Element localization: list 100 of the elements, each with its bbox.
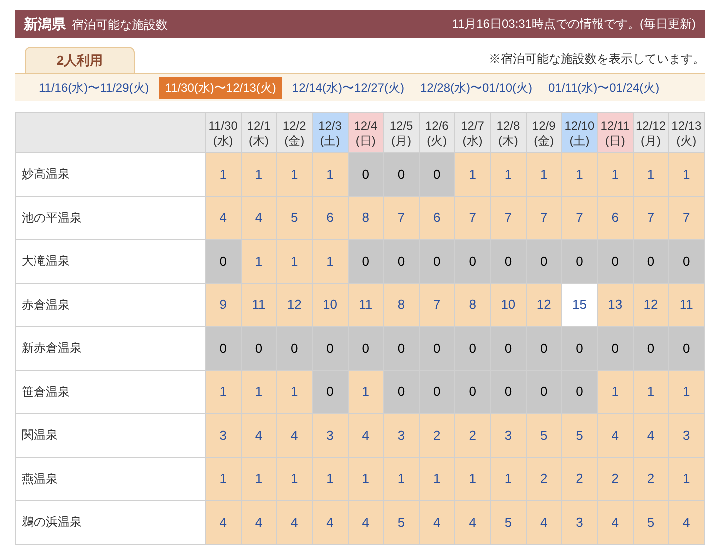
count-link[interactable]: 8 bbox=[454, 283, 491, 326]
date-range-link[interactable]: 12/28(水)〜01/10(火) bbox=[414, 76, 539, 98]
count-link[interactable]: 4 bbox=[419, 500, 455, 544]
count-link[interactable]: 12 bbox=[526, 283, 562, 326]
count-link[interactable]: 7 bbox=[384, 196, 420, 240]
date-header: 12/10 (土) bbox=[562, 112, 598, 152]
count-link[interactable]: 4 bbox=[206, 196, 242, 240]
count-link[interactable]: 1 bbox=[348, 370, 384, 414]
count-link[interactable]: 1 bbox=[206, 152, 242, 196]
count-link[interactable]: 8 bbox=[348, 196, 384, 240]
count-link[interactable]: 1 bbox=[206, 457, 242, 500]
count-link[interactable]: 4 bbox=[348, 500, 384, 544]
count-link[interactable]: 4 bbox=[206, 500, 242, 544]
count-link[interactable]: 13 bbox=[598, 283, 634, 326]
count-link[interactable]: 6 bbox=[598, 196, 634, 240]
count-link[interactable]: 1 bbox=[384, 457, 420, 500]
count-link[interactable]: 1 bbox=[241, 240, 277, 283]
count-link[interactable]: 3 bbox=[312, 414, 348, 457]
count-link[interactable]: 1 bbox=[526, 152, 562, 196]
tab[interactable]: 2人利用 bbox=[25, 47, 135, 73]
count-link[interactable]: 10 bbox=[312, 283, 348, 326]
count-link[interactable]: 1 bbox=[633, 152, 669, 196]
count-link[interactable]: 11 bbox=[348, 283, 384, 326]
count-link[interactable]: 1 bbox=[276, 240, 312, 283]
count-link[interactable]: 7 bbox=[668, 196, 704, 240]
count-link[interactable]: 7 bbox=[490, 196, 526, 240]
count-link[interactable]: 5 bbox=[526, 414, 562, 457]
count-link[interactable]: 5 bbox=[276, 196, 312, 240]
count-link[interactable]: 1 bbox=[348, 457, 384, 500]
count-link[interactable]: 1 bbox=[276, 457, 312, 500]
facility-name: 鵜の浜温泉 bbox=[16, 500, 206, 544]
count-link[interactable]: 1 bbox=[490, 457, 526, 500]
count-link[interactable]: 3 bbox=[206, 414, 242, 457]
count-link[interactable]: 7 bbox=[633, 196, 669, 240]
count-link[interactable]: 15 bbox=[562, 283, 598, 326]
count-link[interactable]: 1 bbox=[490, 152, 526, 196]
count-link[interactable]: 1 bbox=[454, 457, 491, 500]
count-link[interactable]: 4 bbox=[454, 500, 491, 544]
count-link[interactable]: 4 bbox=[312, 500, 348, 544]
count-link[interactable]: 5 bbox=[384, 500, 420, 544]
count-link[interactable]: 1 bbox=[276, 370, 312, 414]
count-link[interactable]: 4 bbox=[598, 500, 634, 544]
count-link[interactable]: 6 bbox=[312, 196, 348, 240]
count-link[interactable]: 1 bbox=[668, 152, 704, 196]
date-header: 12/11 (日) bbox=[598, 112, 634, 152]
count-link[interactable]: 4 bbox=[668, 500, 704, 544]
count-link[interactable]: 1 bbox=[241, 370, 277, 414]
count-link[interactable]: 5 bbox=[633, 500, 669, 544]
count-link[interactable]: 12 bbox=[633, 283, 669, 326]
count-link[interactable]: 1 bbox=[598, 152, 634, 196]
count-link[interactable]: 2 bbox=[633, 457, 669, 500]
count-link[interactable]: 1 bbox=[598, 370, 634, 414]
count-link[interactable]: 4 bbox=[276, 500, 312, 544]
count-link[interactable]: 5 bbox=[490, 500, 526, 544]
count-link[interactable]: 1 bbox=[454, 152, 491, 196]
count-link[interactable]: 4 bbox=[598, 414, 634, 457]
count-link[interactable]: 4 bbox=[348, 414, 384, 457]
count-link[interactable]: 6 bbox=[419, 196, 455, 240]
count-link[interactable]: 8 bbox=[384, 283, 420, 326]
count-link[interactable]: 4 bbox=[633, 414, 669, 457]
count-link[interactable]: 1 bbox=[562, 152, 598, 196]
count-link[interactable]: 11 bbox=[668, 283, 704, 326]
count-link[interactable]: 12 bbox=[276, 283, 312, 326]
count-link[interactable]: 4 bbox=[241, 414, 277, 457]
count-link[interactable]: 10 bbox=[490, 283, 526, 326]
date-range-link[interactable]: 11/30(水)〜12/13(火) bbox=[159, 76, 282, 98]
count-link[interactable]: 1 bbox=[241, 457, 277, 500]
date-range-link[interactable]: 01/11(水)〜01/24(火) bbox=[542, 76, 666, 98]
count-link[interactable]: 7 bbox=[562, 196, 598, 240]
count-link[interactable]: 3 bbox=[562, 500, 598, 544]
count-link[interactable]: 2 bbox=[419, 414, 455, 457]
count-link[interactable]: 1 bbox=[312, 152, 348, 196]
count-link[interactable]: 7 bbox=[419, 283, 455, 326]
count-link[interactable]: 4 bbox=[241, 196, 277, 240]
count-link[interactable]: 9 bbox=[206, 283, 242, 326]
count-link[interactable]: 2 bbox=[562, 457, 598, 500]
count-link[interactable]: 3 bbox=[490, 414, 526, 457]
count-link[interactable]: 4 bbox=[241, 500, 277, 544]
count-link[interactable]: 1 bbox=[668, 370, 704, 414]
date-range-link[interactable]: 11/16(水)〜11/29(火) bbox=[33, 76, 156, 98]
count-link[interactable]: 3 bbox=[668, 414, 704, 457]
count-link[interactable]: 2 bbox=[526, 457, 562, 500]
date-range-link[interactable]: 12/14(水)〜12/27(火) bbox=[286, 76, 410, 98]
count-link[interactable]: 11 bbox=[241, 283, 277, 326]
count-link[interactable]: 4 bbox=[276, 414, 312, 457]
count-link[interactable]: 2 bbox=[454, 414, 491, 457]
count-link[interactable]: 1 bbox=[276, 152, 312, 196]
count-link[interactable]: 4 bbox=[526, 500, 562, 544]
count-link[interactable]: 7 bbox=[454, 196, 491, 240]
count-link[interactable]: 1 bbox=[668, 457, 704, 500]
count-link[interactable]: 7 bbox=[526, 196, 562, 240]
count-link[interactable]: 1 bbox=[206, 370, 242, 414]
count-link[interactable]: 1 bbox=[312, 457, 348, 500]
count-link[interactable]: 5 bbox=[562, 414, 598, 457]
count-link[interactable]: 3 bbox=[384, 414, 420, 457]
count-link[interactable]: 1 bbox=[312, 240, 348, 283]
count-link[interactable]: 2 bbox=[598, 457, 634, 500]
count-link[interactable]: 1 bbox=[633, 370, 669, 414]
count-link[interactable]: 1 bbox=[241, 152, 277, 196]
count-link[interactable]: 1 bbox=[419, 457, 455, 500]
